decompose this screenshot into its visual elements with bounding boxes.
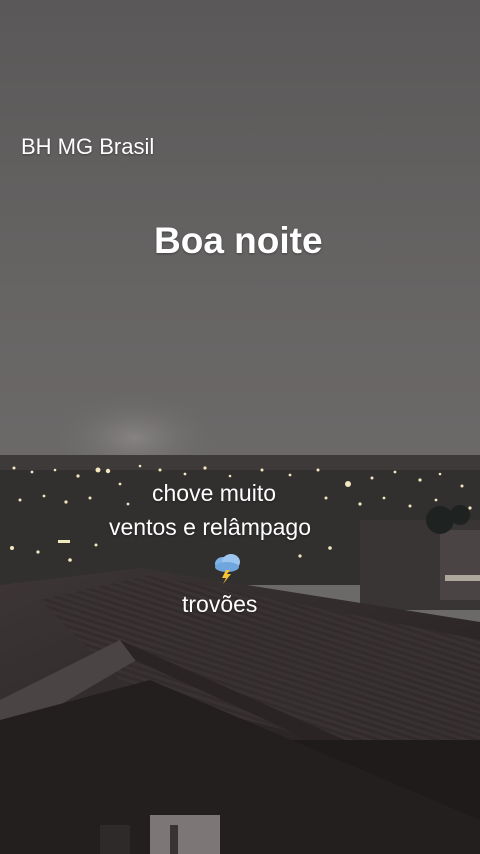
night-city-storm-photo xyxy=(0,0,480,854)
caption-line-3: trovões xyxy=(182,591,258,617)
greeting-caption: Boa noite xyxy=(154,220,323,261)
caption-line-1: chove muito xyxy=(152,480,277,506)
storm-cloud-lightning-icon xyxy=(215,554,240,584)
right-buildings xyxy=(360,505,480,610)
caption-line-2: ventos e relâmpago xyxy=(109,514,312,540)
location-caption: BH MG Brasil xyxy=(21,134,155,159)
